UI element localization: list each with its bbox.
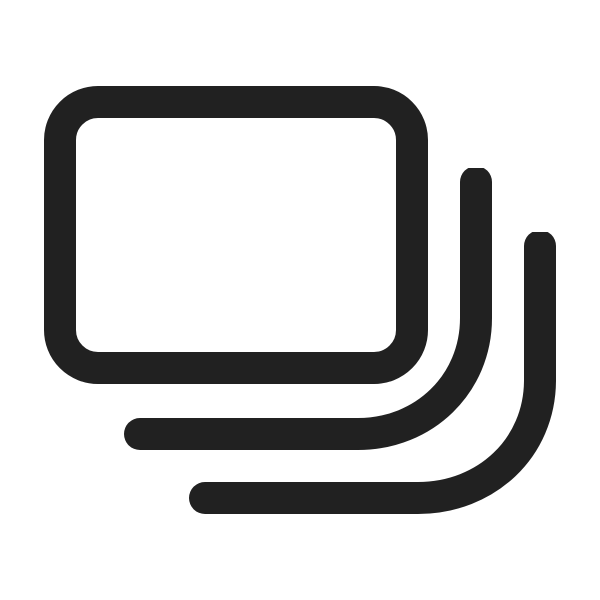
stacked-cards-svg	[44, 86, 580, 514]
back-card-start-mask	[510, 214, 580, 232]
icon-canvas	[0, 0, 600, 600]
middle-card-start-mask	[446, 150, 520, 168]
front-card-outline	[44, 86, 428, 384]
stacked-cards-icon	[0, 0, 600, 600]
